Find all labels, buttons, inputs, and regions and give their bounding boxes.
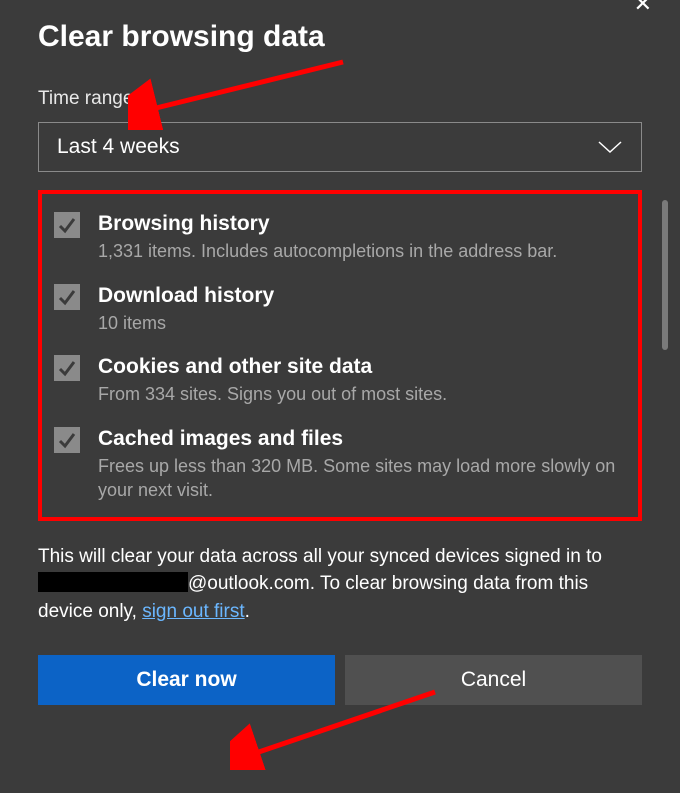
option-desc: From 334 sites. Signs you out of most si… [98,382,447,406]
checkbox-cached[interactable] [54,427,80,453]
option-title: Browsing history [98,210,557,237]
option-desc: 10 items [98,311,274,335]
option-desc: 1,331 items. Includes autocompletions in… [98,239,557,263]
option-title: Cookies and other site data [98,353,447,380]
option-title: Cached images and files [98,425,626,452]
options-highlight-box: Browsing history 1,331 items. Includes a… [38,190,642,521]
dialog-buttons: Clear now Cancel [38,655,642,705]
sync-warning-text: This will clear your data across all you… [38,543,642,626]
clear-now-button[interactable]: Clear now [38,655,335,705]
dialog-title: Clear browsing data [38,20,642,54]
redacted-email [38,572,188,592]
checkbox-cookies[interactable] [54,355,80,381]
option-cached: Cached images and files Frees up less th… [54,425,626,503]
time-range-label: Time range [38,88,642,110]
option-cookies: Cookies and other site data From 334 sit… [54,353,626,407]
sign-out-link[interactable]: sign out first [142,601,244,622]
checkbox-browsing-history[interactable] [54,212,80,238]
option-download-history: Download history 10 items [54,282,626,336]
time-range-value: Last 4 weeks [57,135,180,159]
checkbox-download-history[interactable] [54,284,80,310]
time-range-select[interactable]: Last 4 weeks [38,122,642,172]
option-desc: Frees up less than 320 MB. Some sites ma… [98,454,626,503]
option-browsing-history: Browsing history 1,331 items. Includes a… [54,210,626,264]
chevron-down-icon [597,140,623,154]
clear-browsing-data-dialog: ✕ Clear browsing data Time range Last 4 … [0,0,680,793]
scrollbar-thumb[interactable] [662,200,668,350]
cancel-button[interactable]: Cancel [345,655,642,705]
close-icon[interactable]: ✕ [634,0,652,10]
option-title: Download history [98,282,274,309]
